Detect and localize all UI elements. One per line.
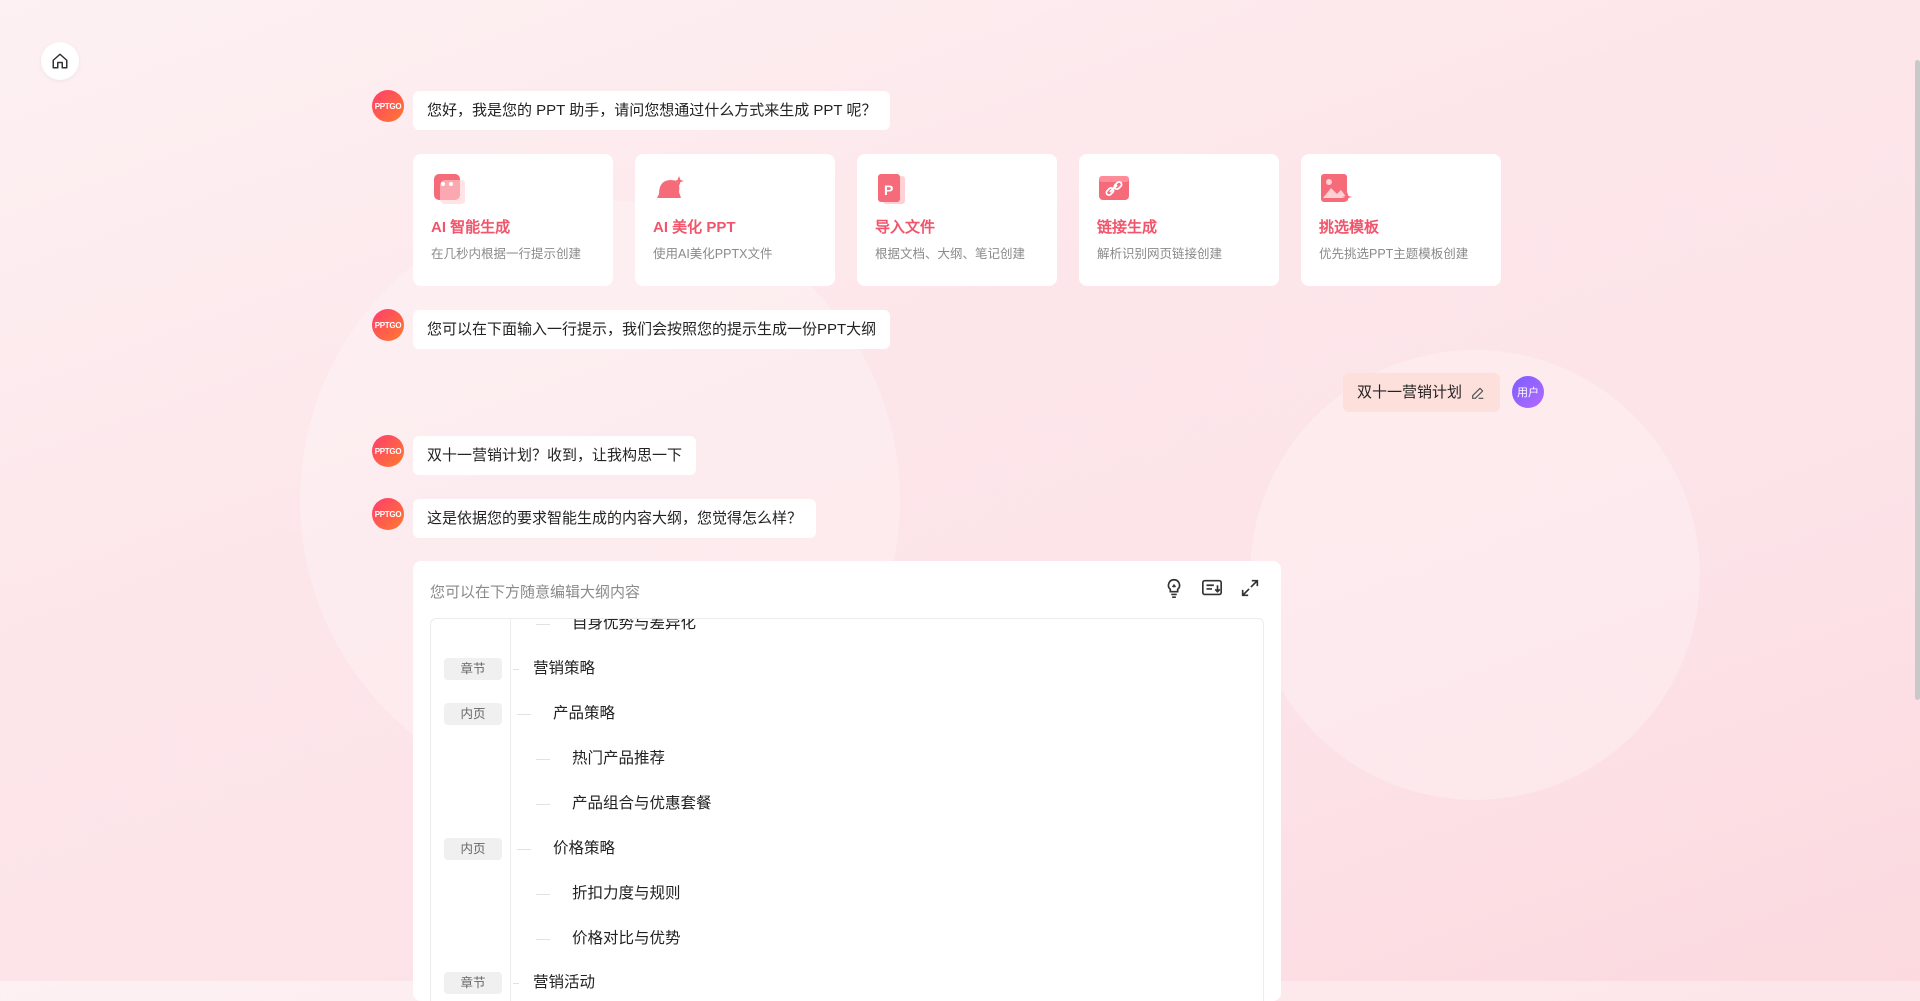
outline-editor[interactable]: 自身优势与差异化 章节 营销策略 内页 产品策略 热门产品推荐 产品组合与优惠套… xyxy=(430,618,1264,1001)
outline-row-text[interactable]: 热门产品推荐 xyxy=(572,741,665,777)
tree-connector xyxy=(517,849,531,850)
user-message-text: 双十一营销计划 xyxy=(1356,384,1462,401)
option-card-pick-template[interactable]: 挑选模板 优先挑选PPT主题模板创建 xyxy=(1301,154,1501,286)
expand-icon[interactable] xyxy=(1239,577,1261,599)
ppt-file-icon: P xyxy=(875,172,909,206)
assistant-message: 双十一营销计划？收到，让我构思一下 xyxy=(413,436,697,475)
option-title: AI 美化 PPT xyxy=(653,219,736,236)
assistant-message: 您可以在下面输入一行提示，我们会按照您的提示生成一份PPT大纲 xyxy=(413,310,891,349)
outline-row[interactable]: 章节 营销策略 xyxy=(431,651,1263,687)
row-tag: 章节 xyxy=(444,658,502,680)
bell-sparkle-icon xyxy=(653,172,687,206)
outline-row[interactable]: 内页 产品策略 xyxy=(431,696,1263,732)
outline-row-text[interactable]: 营销策略 xyxy=(533,651,595,687)
link-icon xyxy=(1097,172,1131,206)
option-desc: 根据文档、大纲、笔记创建 xyxy=(875,247,1026,261)
tree-connector xyxy=(536,894,550,895)
outline-row[interactable]: 产品组合与优惠套餐 xyxy=(431,786,1263,822)
outline-panel: 您可以在下方随意编辑大纲内容 自身优势与差异化 章节 营销策略 内页 产品策略 xyxy=(413,561,1281,1001)
outline-hint: 您可以在下方随意编辑大纲内容 xyxy=(430,584,641,601)
option-title: 链接生成 xyxy=(1097,219,1158,236)
outline-toolbar xyxy=(1163,577,1261,599)
assistant-avatar: PPTGO xyxy=(372,309,404,341)
tree-connector xyxy=(517,714,531,715)
assistant-avatar: PPTGO xyxy=(372,498,404,530)
generation-options: AI 智能生成 在几秒内根据一行提示创建 AI 美化 PPT 使用AI美化PPT… xyxy=(413,154,1501,286)
outline-row-text[interactable]: 产品策略 xyxy=(553,696,615,732)
option-title: 导入文件 xyxy=(875,219,936,236)
outline-row[interactable]: 价格对比与优势 xyxy=(431,921,1263,957)
outline-row-text[interactable]: 价格策略 xyxy=(553,831,615,867)
option-desc: 使用AI美化PPTX文件 xyxy=(653,247,773,261)
outline-row[interactable]: 自身优势与差异化 xyxy=(431,619,1263,642)
tree-connector xyxy=(513,983,519,984)
option-title: AI 智能生成 xyxy=(431,219,511,236)
outline-row[interactable]: 章节 营销活动 xyxy=(431,965,1263,1001)
option-card-link-generate[interactable]: 链接生成 解析识别网页链接创建 xyxy=(1079,154,1279,286)
outline-row-text[interactable]: 自身优势与差异化 xyxy=(572,619,696,642)
assistant-message: 您好，我是您的 PPT 助手，请问您想通过什么方式来生成 PPT 呢？ xyxy=(413,91,891,130)
download-outline-icon[interactable] xyxy=(1201,577,1223,599)
tree-connector xyxy=(536,804,550,805)
page-scrollbar[interactable] xyxy=(1915,60,1920,700)
tree-connector xyxy=(513,669,519,670)
option-desc: 在几秒内根据一行提示创建 xyxy=(431,247,582,261)
outline-row-text[interactable]: 营销活动 xyxy=(533,965,595,1001)
image-template-icon xyxy=(1319,172,1353,206)
tree-connector xyxy=(536,939,550,940)
assistant-avatar: PPTGO xyxy=(372,90,404,122)
outline-row[interactable]: 内页 价格策略 xyxy=(431,831,1263,867)
home-icon xyxy=(52,53,68,69)
background-decoration xyxy=(1250,350,1700,800)
outline-row-text[interactable]: 价格对比与优势 xyxy=(572,921,681,957)
user-avatar: 用户 xyxy=(1512,376,1544,408)
option-title: 挑选模板 xyxy=(1319,219,1380,236)
outline-row-text[interactable]: 产品组合与优惠套餐 xyxy=(572,786,712,822)
edit-icon[interactable] xyxy=(1470,385,1486,401)
row-tag: 内页 xyxy=(444,703,502,725)
outline-row[interactable]: 折扣力度与规则 xyxy=(431,876,1263,912)
option-card-import-file[interactable]: P 导入文件 根据文档、大纲、笔记创建 xyxy=(857,154,1057,286)
option-card-ai-beautify[interactable]: AI 美化 PPT 使用AI美化PPTX文件 xyxy=(635,154,835,286)
row-tag: 内页 xyxy=(444,838,502,860)
assistant-message: 这是依据您的要求智能生成的内容大纲，您觉得怎么样？ xyxy=(413,499,817,538)
chat-icon xyxy=(431,172,466,206)
assistant-avatar: PPTGO xyxy=(372,435,404,467)
option-desc: 解析识别网页链接创建 xyxy=(1097,247,1223,261)
tree-connector xyxy=(536,759,550,760)
outline-row[interactable]: 热门产品推荐 xyxy=(431,741,1263,777)
user-message[interactable]: 双十一营销计划 xyxy=(1342,373,1500,412)
row-tag: 章节 xyxy=(444,972,502,994)
option-desc: 优先挑选PPT主题模板创建 xyxy=(1319,247,1469,261)
outline-row-text[interactable]: 折扣力度与规则 xyxy=(572,876,681,912)
option-card-ai-generate[interactable]: AI 智能生成 在几秒内根据一行提示创建 xyxy=(413,154,613,286)
svg-text:P: P xyxy=(884,182,893,198)
lightbulb-icon[interactable] xyxy=(1163,577,1185,599)
tree-connector xyxy=(536,624,550,625)
home-button[interactable] xyxy=(41,42,79,80)
